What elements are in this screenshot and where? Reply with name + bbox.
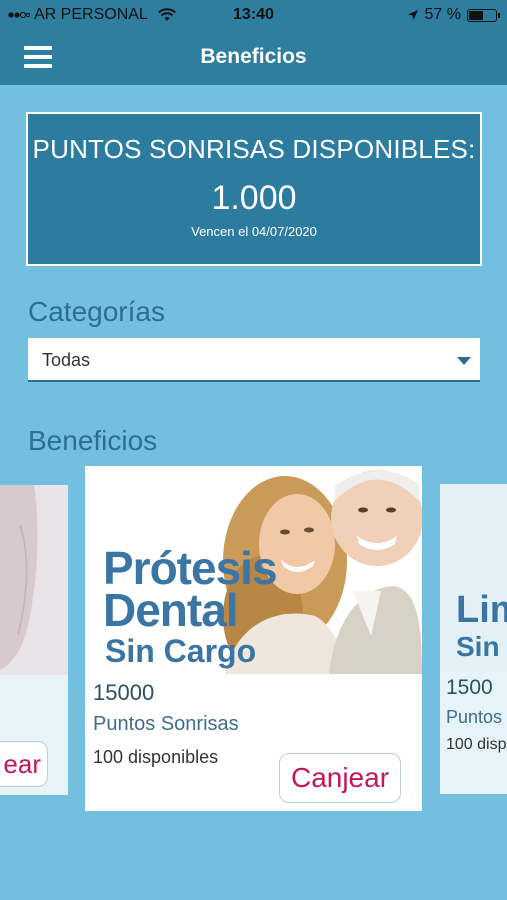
benefit-card[interactable]: Prótesis Dental Sin Cargo 15000 Puntos S…: [85, 466, 422, 811]
benefits-heading: Beneficios: [28, 425, 158, 456]
card-image: Lim Sin: [440, 484, 507, 672]
image-text-line2: Dental: [103, 584, 238, 636]
status-right: 57 %: [407, 6, 500, 24]
points-label: PUNTOS SONRISAS DISPONIBLES:: [32, 134, 476, 164]
redeem-button[interactable]: ear: [0, 741, 48, 787]
benefit-points: 15000: [93, 680, 155, 705]
benefit-availability: 100 disp: [446, 736, 507, 753]
image-text-line2: Sin: [456, 631, 500, 662]
points-expiry: Vencen el 04/07/2020: [191, 224, 317, 239]
benefit-card-next[interactable]: Lim Sin 1500 Puntos 100 disp: [440, 484, 507, 794]
category-selected-value: Todas: [42, 350, 91, 370]
benefit-points: 1500: [446, 676, 493, 699]
status-bar: AR PERSONAL 13:40 57 %: [0, 0, 507, 30]
points-summary: PUNTOS SONRISAS DISPONIBLES: 1.000 Vence…: [26, 112, 482, 266]
image-text-line1: Lim: [456, 589, 507, 631]
battery-fill: [469, 10, 483, 20]
redeem-button[interactable]: Canjear: [279, 753, 401, 803]
card-image: [0, 485, 68, 675]
battery-icon: [467, 8, 500, 22]
image-text-line3: Sin Cargo: [105, 633, 256, 669]
page-title: Beneficios: [200, 45, 307, 68]
benefit-card-previous[interactable]: ear: [0, 485, 68, 795]
category-select[interactable]: Todas: [28, 338, 480, 382]
benefit-points-label: Puntos: [446, 707, 503, 727]
benefit-availability: 100 disponibles: [93, 747, 219, 767]
battery-percent: 57 %: [424, 6, 461, 23]
chevron-down-icon: [457, 357, 471, 365]
categories-heading: Categorías: [28, 296, 165, 327]
redeem-button-label: Canjear: [290, 762, 390, 793]
points-value: 1.000: [211, 179, 297, 217]
nav-bar: Beneficios: [0, 30, 507, 85]
benefit-image: Prótesis Dental Sin Cargo: [85, 466, 422, 674]
benefit-points-label: Puntos Sonrisas: [93, 713, 239, 735]
redeem-button-label: ear: [3, 749, 41, 779]
location-arrow-icon: [407, 10, 418, 20]
